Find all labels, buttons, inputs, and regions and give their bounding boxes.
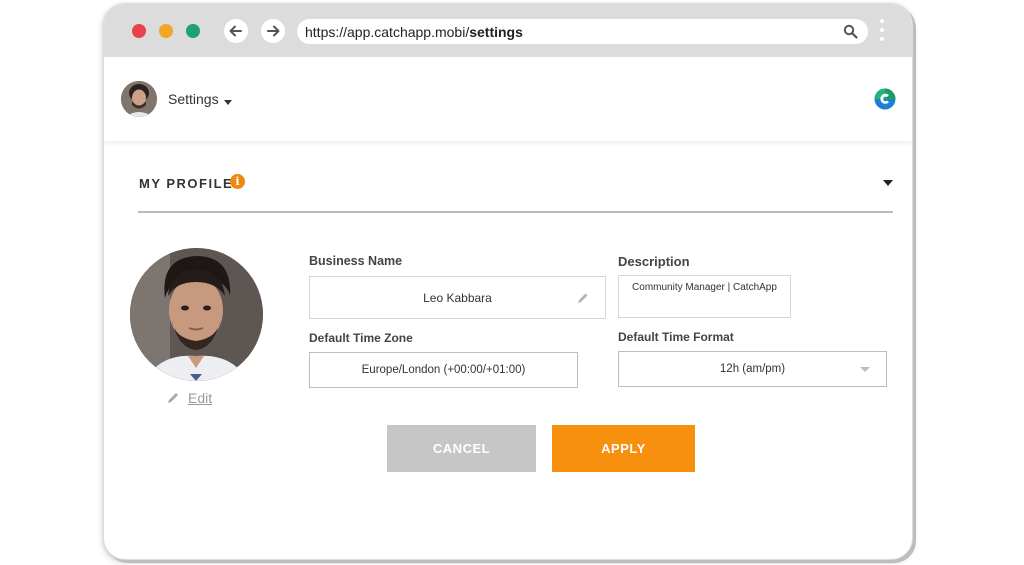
description-value: Community Manager | CatchApp [632,282,777,293]
forward-button[interactable] [261,19,285,43]
description-field[interactable]: Community Manager | CatchApp [618,275,791,318]
collapse-caret-icon[interactable] [883,180,893,186]
pencil-icon[interactable] [577,292,589,304]
business-name-label: Business Name [309,254,403,268]
catchapp-logo-icon[interactable] [874,88,896,110]
browser-window: https://app.catchapp.mobi/settings Setti… [103,3,913,560]
profile-portrait-icon [130,248,263,381]
arrow-left-icon [229,25,242,37]
back-button[interactable] [224,19,248,43]
page-title[interactable]: Settings [168,91,219,107]
arrow-right-icon [267,25,280,37]
business-name-value: Leo Kabbara [423,290,492,305]
timezone-label: Default Time Zone [309,331,413,345]
header-avatar[interactable] [121,81,157,117]
url-path: settings [469,23,523,40]
timeformat-select[interactable]: 12h (am/pm) [618,351,887,387]
close-window-dot[interactable] [132,24,146,38]
chevron-down-icon[interactable] [860,367,870,372]
profile-photo [130,248,263,381]
info-icon[interactable]: i [230,174,245,189]
timezone-value: Europe/London (+00:00/+01:00) [361,364,526,376]
section-title: MY PROFILE [139,176,234,191]
avatar-portrait-icon [121,81,157,117]
timezone-select[interactable]: Europe/London (+00:00/+01:00) [309,352,578,388]
cancel-button[interactable]: CANCEL [387,425,536,472]
minimize-window-dot[interactable] [159,24,173,38]
maximize-window-dot[interactable] [186,24,200,38]
timeformat-value: 12h (am/pm) [719,363,786,375]
search-icon[interactable] [843,24,858,39]
browser-titlebar: https://app.catchapp.mobi/settings [104,4,912,57]
browser-menu-icon[interactable] [879,19,885,43]
description-label: Description [618,254,690,269]
url-prefix: https://app.catchapp.mobi/ [305,23,470,40]
apply-button[interactable]: APPLY [552,425,695,472]
edit-photo-link[interactable]: Edit [166,390,212,406]
business-name-field[interactable]: Leo Kabbara [309,276,606,319]
section-divider [138,211,893,213]
edit-label: Edit [188,390,213,406]
pencil-icon [168,393,178,403]
chevron-down-icon[interactable] [224,100,232,105]
address-bar[interactable]: https://app.catchapp.mobi/settings [297,19,868,44]
app-header: Settings [104,57,912,141]
timeformat-label: Default Time Format [618,330,734,344]
